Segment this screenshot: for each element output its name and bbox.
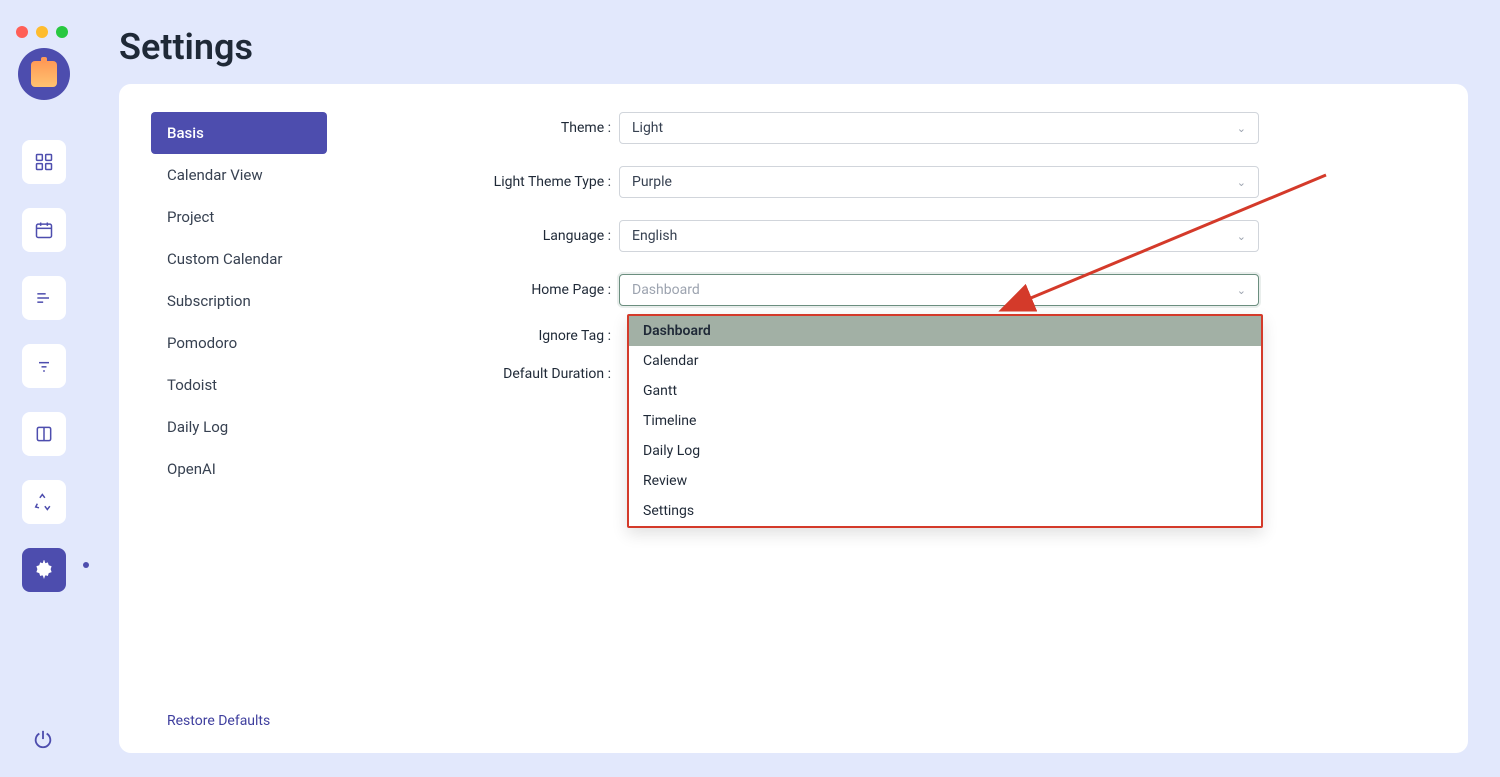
nav-settings[interactable] — [22, 548, 66, 592]
power-button[interactable] — [32, 729, 56, 753]
minimize-window-button[interactable] — [36, 26, 48, 38]
light-theme-type-label: Light Theme Type — [351, 174, 619, 190]
theme-select[interactable]: Light ⌄ — [619, 112, 1259, 144]
dashboard-icon — [34, 152, 54, 172]
chevron-down-icon: ⌄ — [1237, 284, 1246, 297]
tab-openai[interactable]: OpenAI — [151, 448, 327, 490]
light-theme-type-value: Purple — [632, 174, 672, 190]
nav-calendar[interactable] — [22, 208, 66, 252]
page-title: Settings — [87, 0, 1500, 84]
main-area: Settings Basis Calendar View Project Cus… — [87, 0, 1500, 777]
active-nav-indicator — [83, 562, 89, 568]
dropdown-option-daily-log[interactable]: Daily Log — [629, 436, 1261, 466]
tab-custom-calendar[interactable]: Custom Calendar — [151, 238, 327, 280]
recycle-icon — [34, 492, 54, 512]
nav-panel[interactable] — [22, 412, 66, 456]
dropdown-option-dashboard[interactable]: Dashboard — [629, 316, 1261, 346]
form-row-language: Language English ⌄ — [351, 220, 1436, 252]
tab-basis[interactable]: Basis — [151, 112, 327, 154]
tab-daily-log[interactable]: Daily Log — [151, 406, 327, 448]
settings-card: Basis Calendar View Project Custom Calen… — [119, 84, 1468, 753]
home-page-placeholder: Dashboard — [632, 282, 700, 298]
window-traffic-lights — [16, 26, 68, 38]
home-page-select[interactable]: Dashboard ⌄ — [619, 274, 1259, 306]
home-page-label: Home Page — [351, 282, 619, 298]
ignore-tag-label: Ignore Tag — [351, 328, 619, 344]
form-row-light-theme-type: Light Theme Type Purple ⌄ — [351, 166, 1436, 198]
tab-pomodoro[interactable]: Pomodoro — [151, 322, 327, 364]
gantt-icon — [34, 288, 54, 308]
dropdown-option-review[interactable]: Review — [629, 466, 1261, 496]
chevron-down-icon: ⌄ — [1237, 122, 1246, 135]
form-row-theme: Theme Light ⌄ — [351, 112, 1436, 144]
dropdown-option-gantt[interactable]: Gantt — [629, 376, 1261, 406]
settings-tabs: Basis Calendar View Project Custom Calen… — [151, 112, 327, 725]
nav-recycle[interactable] — [22, 480, 66, 524]
language-value: English — [632, 228, 677, 244]
close-window-button[interactable] — [16, 26, 28, 38]
chevron-down-icon: ⌄ — [1237, 230, 1246, 243]
dropdown-option-settings[interactable]: Settings — [629, 496, 1261, 526]
default-duration-label: Default Duration — [351, 366, 619, 382]
calendar-icon — [34, 220, 54, 240]
gear-icon — [34, 560, 54, 580]
tab-subscription[interactable]: Subscription — [151, 280, 327, 322]
settings-form: Theme Light ⌄ Light Theme Type Purple ⌄ … — [327, 112, 1436, 725]
app-sidebar — [0, 0, 87, 777]
theme-value: Light — [632, 120, 663, 136]
nav-gantt[interactable] — [22, 276, 66, 320]
tab-project[interactable]: Project — [151, 196, 327, 238]
restore-defaults-link[interactable]: Restore Defaults — [167, 713, 270, 729]
dropdown-option-timeline[interactable]: Timeline — [629, 406, 1261, 436]
form-row-home-page: Home Page Dashboard ⌄ — [351, 274, 1436, 306]
language-select[interactable]: English ⌄ — [619, 220, 1259, 252]
app-logo[interactable] — [18, 48, 70, 100]
nav-dashboard[interactable] — [22, 140, 66, 184]
nav-timeline[interactable] — [22, 344, 66, 388]
power-icon — [32, 729, 54, 751]
chevron-down-icon: ⌄ — [1237, 176, 1246, 189]
maximize-window-button[interactable] — [56, 26, 68, 38]
app-logo-icon — [31, 61, 57, 87]
home-page-dropdown: Dashboard Calendar Gantt Timeline Daily … — [627, 314, 1263, 528]
tab-calendar-view[interactable]: Calendar View — [151, 154, 327, 196]
theme-label: Theme — [351, 120, 619, 136]
panel-icon — [34, 424, 54, 444]
timeline-icon — [34, 356, 54, 376]
light-theme-type-select[interactable]: Purple ⌄ — [619, 166, 1259, 198]
dropdown-option-calendar[interactable]: Calendar — [629, 346, 1261, 376]
tab-todoist[interactable]: Todoist — [151, 364, 327, 406]
language-label: Language — [351, 228, 619, 244]
